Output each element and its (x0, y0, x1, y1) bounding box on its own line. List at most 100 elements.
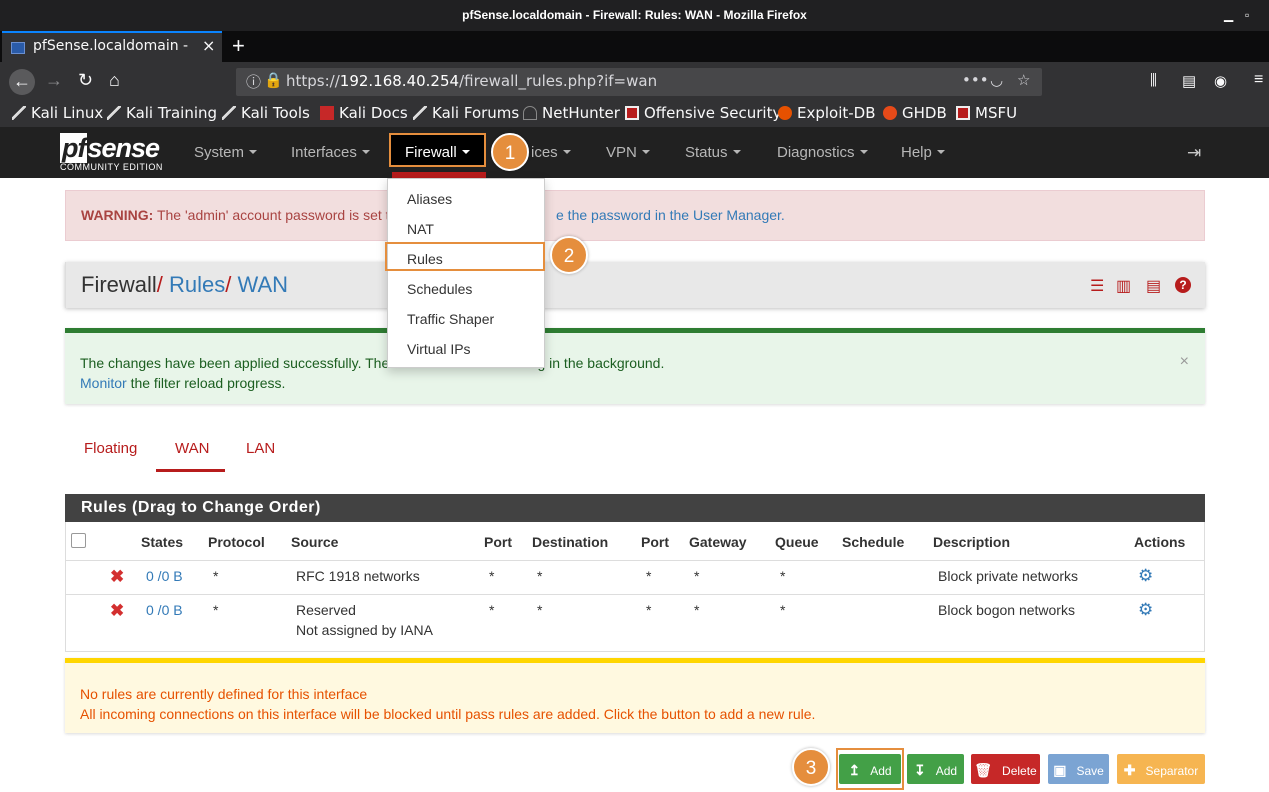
bookmark-kali-tools[interactable]: Kali Tools (222, 104, 310, 122)
menu-icon[interactable]: ≡ (1254, 71, 1263, 89)
col-port[interactable]: Port (484, 534, 512, 550)
page-actions-icon[interactable]: ••• (962, 71, 989, 89)
col-schedule[interactable]: Schedule (842, 534, 904, 550)
breadcrumb-wan[interactable]: WAN (238, 272, 289, 297)
bookmark-kali-docs[interactable]: Kali Docs (320, 104, 408, 122)
logout-icon[interactable]: ⇥ (1187, 143, 1201, 163)
col-gateway[interactable]: Gateway (689, 534, 747, 550)
notice-line1: No rules are currently defined for this … (80, 686, 368, 702)
col-source[interactable]: Source (291, 534, 338, 550)
menu-firewall[interactable]: Firewall (389, 133, 486, 167)
bookmark-ghdb[interactable]: GHDB (883, 104, 947, 122)
row-divider (66, 560, 1204, 561)
back-icon[interactable]: ← (9, 69, 35, 95)
row2-queue: * (780, 602, 786, 618)
home-icon[interactable]: ⌂ (109, 70, 120, 91)
forward-icon[interactable]: → (45, 70, 63, 91)
msfu-icon (956, 106, 970, 120)
minimize-icon[interactable]: ▁ (1224, 0, 1233, 30)
col-queue[interactable]: Queue (775, 534, 819, 550)
sliders-icon[interactable]: ☰ (1090, 276, 1104, 296)
delete-button[interactable]: 🗑 Delete (971, 754, 1040, 784)
help-icon[interactable]: ? (1175, 277, 1191, 293)
offsec-icon (625, 106, 639, 120)
pfsense-logo[interactable]: pfsense COMMUNITY EDITION (60, 133, 163, 172)
menu-interfaces[interactable]: Interfaces (291, 144, 370, 161)
add-highlight-box (836, 748, 904, 790)
menu-vpn[interactable]: VPN (606, 144, 650, 161)
dropdown-virtual-ips[interactable]: Virtual IPs (407, 341, 471, 357)
reload-icon[interactable]: ↻ (78, 70, 93, 91)
maximize-icon[interactable]: ▫ (1245, 0, 1249, 30)
menu-system[interactable]: System (194, 144, 258, 161)
new-tab-icon[interactable]: + (232, 33, 245, 59)
col-protocol[interactable]: Protocol (208, 534, 265, 550)
user-manager-link[interactable]: e the password in the User Manager. (556, 207, 785, 223)
menu-help[interactable]: Help (901, 144, 945, 161)
menu-services[interactable]: ices (531, 144, 571, 161)
logs-icon[interactable]: ▤ (1146, 276, 1161, 296)
select-all-checkbox[interactable] (71, 533, 86, 548)
save-icon: ▣ (1053, 762, 1067, 778)
tab-floating[interactable]: Floating (84, 440, 137, 457)
bookmark-star-icon[interactable]: ☆ (1017, 71, 1030, 89)
col-description[interactable]: Description (933, 534, 1010, 550)
pocket-icon[interactable]: ◡ (990, 71, 1003, 89)
col-dest-port[interactable]: Port (641, 534, 669, 550)
row2-states[interactable]: 0 /0 B (146, 602, 183, 618)
close-icon[interactable]: × (1180, 353, 1189, 371)
gear-icon[interactable]: ⚙ (1138, 600, 1153, 620)
dropdown-aliases[interactable]: Aliases (407, 191, 452, 207)
bookmark-kali-training[interactable]: Kali Training (107, 104, 217, 122)
url-bar[interactable]: ⓘ 🔒 https://192.168.40.254/firewall_rule… (236, 68, 1042, 96)
dropdown-schedules[interactable]: Schedules (407, 281, 472, 297)
col-states[interactable]: States (141, 534, 183, 550)
add-rule-bottom-button[interactable]: ↧ Add (907, 754, 964, 784)
chevron-down-icon (859, 150, 868, 154)
trash-icon: 🗑 (974, 762, 993, 778)
library-icon[interactable]: ⫼ (1150, 72, 1157, 89)
browser-tab[interactable]: pfSense.localdomain - Fi × (2, 31, 222, 62)
arrow-down-icon: ↧ (913, 762, 926, 778)
bookmark-exploit-db[interactable]: Exploit-DB (778, 104, 876, 122)
save-button[interactable]: ▣ Save (1048, 754, 1109, 784)
col-actions: Actions (1134, 534, 1186, 550)
plus-icon: ✚ (1123, 762, 1136, 778)
separator-button[interactable]: ✚ Separator (1117, 754, 1205, 784)
success-line1: The changes have been applied successful… (80, 355, 398, 371)
monitor-link[interactable]: Monitor (80, 375, 127, 391)
sidebar-icon[interactable]: ▤ (1182, 72, 1196, 90)
bookmark-kali-linux[interactable]: Kali Linux (12, 104, 103, 122)
logo-main: pfsense (60, 133, 160, 163)
row1-states[interactable]: 0 /0 B (146, 568, 183, 584)
menu-status[interactable]: Status (685, 144, 741, 161)
window-titlebar: pfSense.localdomain - Firewall: Rules: W… (0, 0, 1269, 31)
menu-diagnostics[interactable]: Diagnostics (777, 144, 868, 161)
firewall-dropdown: Aliases NAT Rules Schedules Traffic Shap… (387, 178, 545, 368)
docs-icon (320, 106, 334, 120)
kali-dragon-icon (12, 106, 26, 120)
block-icon: ✖ (110, 601, 125, 620)
info-icon[interactable]: ⓘ (246, 71, 261, 92)
close-tab-icon[interactable]: × (202, 36, 215, 55)
bookmark-msfu[interactable]: MSFU (956, 104, 1017, 122)
bar-chart-icon[interactable]: ▥ (1116, 276, 1131, 296)
chevron-down-icon (641, 150, 650, 154)
bookmark-offensive-security[interactable]: Offensive Security (625, 104, 781, 122)
gear-icon[interactable]: ⚙ (1138, 566, 1153, 586)
tab-wan-active-indicator (156, 469, 225, 472)
tab-lan[interactable]: LAN (246, 440, 275, 457)
bookmark-kali-forums[interactable]: Kali Forums (413, 104, 519, 122)
tab-wan[interactable]: WAN (175, 440, 209, 457)
row1-queue: * (780, 568, 786, 584)
col-destination[interactable]: Destination (532, 534, 608, 550)
account-icon[interactable]: ◉ (1214, 72, 1227, 90)
kali-dragon-icon (222, 106, 236, 120)
dropdown-nat[interactable]: NAT (407, 221, 434, 237)
bookmark-nethunter[interactable]: NetHunter (523, 104, 620, 122)
dropdown-traffic-shaper[interactable]: Traffic Shaper (407, 311, 494, 327)
block-icon: ✖ (110, 567, 125, 586)
row1-dest-port: * (646, 568, 652, 584)
row2-source: Reserved (296, 602, 356, 618)
breadcrumb-rules[interactable]: Rules (169, 272, 225, 297)
